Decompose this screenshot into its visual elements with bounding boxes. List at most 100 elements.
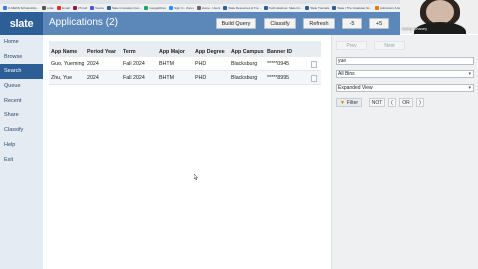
sidebar-item-home[interactable]: Home: [0, 35, 43, 50]
filter-button[interactable]: ▼ Filter: [336, 98, 362, 107]
minus-5-button[interactable]: -5: [342, 18, 362, 29]
cell-app-name: Zhu, Yue: [51, 74, 73, 81]
cell-app-name: Guo, Yueming: [51, 60, 85, 67]
or-button[interactable]: OR: [399, 98, 413, 107]
bookmark-label: VTmail: [77, 6, 88, 10]
bookmark-item[interactable]: Slate Resources & Tra...: [223, 6, 261, 10]
column-header-app-degree[interactable]: App Degree: [193, 50, 229, 56]
webcam-person-face: [426, 0, 454, 24]
bookmark-item[interactable]: Slate Innovation Gui...: [106, 6, 142, 10]
cell-period-year: 2024: [87, 74, 99, 81]
bookmark-item[interactable]: Gmail: [56, 6, 70, 10]
cell-term: Fall 2024: [123, 60, 145, 67]
sidebar-item-classify[interactable]: Classify: [0, 123, 43, 138]
bookmark-item[interactable]: C-MENS Scholarship...: [3, 6, 39, 10]
cell-app-major: BHTM: [159, 60, 175, 67]
table-row[interactable]: Guo, Yueming 2024 Fall 2024 BHTM PHD Bla…: [49, 57, 321, 71]
close-paren-button[interactable]: ): [416, 98, 424, 107]
mouse-cursor-icon: [194, 174, 198, 180]
bookmark-favicon-icon: [305, 6, 310, 10]
bookmark-label: Gmail: [61, 6, 70, 10]
document-icon[interactable]: [311, 61, 317, 68]
open-paren-button[interactable]: (: [388, 98, 396, 107]
bookmark-label: Teams: [95, 6, 104, 10]
cell-banner-id: *****8995: [267, 74, 290, 81]
chevron-down-icon: ▾: [468, 71, 471, 77]
bookmark-item[interactable]: Slate | The Graduate Sc...: [332, 6, 372, 10]
webcam-name-label: Kathy Chaney: [402, 26, 428, 31]
bookmark-label: Slate | The Graduate Sc...: [337, 6, 372, 10]
cell-term: Fall 2024: [123, 74, 145, 81]
cell-period-year: 2024: [87, 60, 99, 67]
bookmark-favicon-icon: [169, 6, 174, 10]
bookmark-label: Slate Resources & Tra...: [228, 6, 261, 10]
prev-button[interactable]: Prev: [336, 41, 367, 50]
next-button[interactable]: Next: [374, 41, 405, 50]
bookmark-favicon-icon: [332, 6, 337, 10]
sidebar-item-queue[interactable]: Queue: [0, 79, 43, 94]
sidebar-nav: Home Browse Search Queue Recent Share Cl…: [0, 35, 43, 269]
results-table: App Name Period Year Term App Major App …: [49, 41, 321, 85]
bookmark-item[interactable]: scale: [41, 6, 54, 10]
bookmark-item[interactable]: GoogleDrive: [144, 6, 166, 10]
sidebar-item-exit[interactable]: Exit: [0, 153, 43, 168]
bookmark-label: C-MENS Scholarship...: [8, 6, 39, 10]
plus-5-button[interactable]: +5: [369, 18, 389, 29]
bookmark-favicon-icon: [106, 6, 111, 10]
sidebar-item-browse[interactable]: Browse: [0, 50, 43, 65]
table-header: App Name Period Year Term App Major App …: [49, 41, 321, 57]
column-header-term[interactable]: Term: [121, 50, 157, 56]
bookmark-item[interactable]: Technolatinos: Slate for...: [263, 6, 303, 10]
bookmark-favicon-icon: [56, 6, 61, 10]
bookmark-favicon-icon: [223, 6, 228, 10]
bookmark-label: Home - Users: [201, 6, 221, 10]
slate-logo[interactable]: slate: [0, 12, 43, 35]
view-select-value: Expanded View: [338, 85, 373, 91]
table-row[interactable]: Zhu, Yue 2024 Fall 2024 BHTM PHD Blacksb…: [49, 71, 321, 85]
funnel-icon: ▼: [339, 99, 345, 106]
bookmark-label: Slate Innovation Gui...: [111, 6, 142, 10]
bookmark-favicon-icon: [90, 6, 95, 10]
bookmark-favicon-icon: [144, 6, 149, 10]
bookmark-item[interactable]: Slate Tutorials: [305, 6, 329, 10]
view-select[interactable]: Expanded View ▾: [336, 84, 474, 92]
cell-app-degree: PHD: [195, 74, 207, 81]
bins-select[interactable]: All Bins ▾: [336, 70, 474, 78]
bookmark-label: Sign In - Zoom: [174, 6, 194, 10]
search-input[interactable]: yue: [336, 57, 474, 65]
sidebar-item-share[interactable]: Share: [0, 108, 43, 123]
sidebar-item-search[interactable]: Search: [0, 64, 43, 80]
column-header-app-campus[interactable]: App Campus: [229, 50, 265, 56]
bookmarks-bar: C-MENS Scholarship... scale Gmail VTmail Tea…: [0, 4, 408, 12]
bookmark-favicon-icon: [3, 6, 7, 10]
refresh-button[interactable]: Refresh: [303, 18, 335, 29]
webcam-overlay: Kathy Chaney: [400, 0, 478, 34]
sidebar-item-recent[interactable]: Recent: [0, 94, 43, 109]
bookmark-favicon-icon: [374, 6, 379, 10]
app-header: slate Applications (2) Build Query Class…: [0, 12, 400, 35]
cell-app-campus: Blacksburg: [231, 60, 258, 67]
column-header-banner-id[interactable]: Banner ID: [265, 50, 309, 56]
bookmark-favicon-icon: [196, 6, 201, 10]
bookmark-item[interactable]: Sign In - Zoom: [169, 6, 194, 10]
bins-select-value: All Bins: [338, 71, 355, 77]
bookmark-label: scale: [46, 6, 54, 10]
build-query-button[interactable]: Build Query: [216, 18, 256, 29]
document-icon[interactable]: [311, 75, 317, 82]
column-header-period-year[interactable]: Period Year: [85, 50, 121, 56]
bookmark-favicon-icon: [41, 6, 46, 10]
bookmark-item[interactable]: VTmail: [72, 6, 88, 10]
cell-app-degree: PHD: [195, 60, 207, 67]
search-panel: Prev Next yue All Bins ▾ Expanded View ▾…: [331, 35, 478, 269]
not-button[interactable]: NOT: [369, 98, 385, 107]
bookmark-favicon-icon: [72, 6, 77, 10]
bookmark-item[interactable]: Teams: [90, 6, 104, 10]
column-header-app-name[interactable]: App Name: [49, 50, 85, 56]
chevron-down-icon: ▾: [468, 85, 471, 91]
sidebar-item-help[interactable]: Help: [0, 138, 43, 153]
bookmark-label: Technolatinos: Slate for...: [268, 6, 303, 10]
bookmark-favicon-icon: [263, 6, 268, 10]
classify-button[interactable]: Classify: [264, 18, 296, 29]
column-header-app-major[interactable]: App Major: [157, 50, 193, 56]
bookmark-item[interactable]: Home - Users: [196, 6, 221, 10]
